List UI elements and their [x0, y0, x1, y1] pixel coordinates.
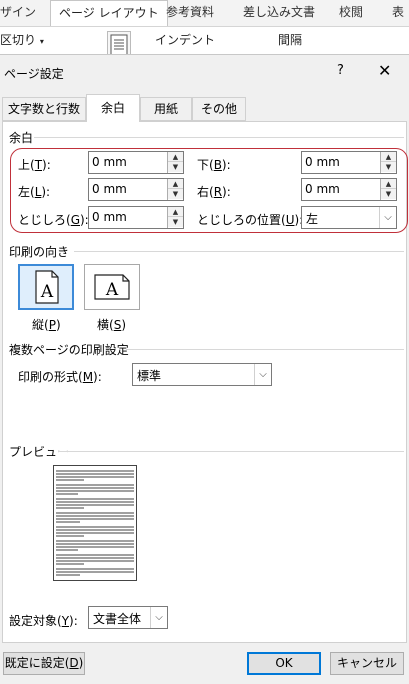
- tab-view[interactable]: 表: [392, 0, 404, 27]
- set-as-default-button[interactable]: 既定に設定(D): [3, 652, 85, 675]
- left-margin-value: 0 mm: [92, 182, 127, 196]
- breaks-button[interactable]: 区切り ▾: [0, 31, 44, 48]
- gutter-position-value: 左: [306, 212, 319, 226]
- spin-down-icon[interactable]: ▼: [168, 217, 183, 227]
- apply-to-value: 文書全体: [93, 612, 142, 626]
- spin-up-icon[interactable]: ▲: [381, 179, 396, 189]
- tab-references[interactable]: 参考資料: [166, 0, 214, 27]
- top-margin-label: 上(T):: [18, 158, 51, 172]
- bottom-margin-spinner[interactable]: 0 mm ▲ ▼: [301, 151, 397, 174]
- help-button[interactable]: ?: [337, 63, 344, 78]
- preview-lines-icon: [56, 470, 134, 576]
- tab-chars-lines[interactable]: 文字数と行数: [2, 97, 86, 121]
- spin-down-icon[interactable]: ▼: [381, 189, 396, 199]
- portrait-label: 縦(P): [32, 318, 61, 332]
- orientation-section-title: 印刷の向き: [9, 245, 70, 259]
- chevron-down-icon[interactable]: ⌵: [254, 364, 271, 385]
- ribbon: ザイン ページ レイアウト 参考資料 差し込み文書 校閲 表 区切り ▾ インデ…: [0, 0, 409, 60]
- spin-up-icon[interactable]: ▲: [168, 152, 183, 162]
- right-margin-value: 0 mm: [305, 182, 340, 196]
- dialog-title: ページ設定: [4, 67, 64, 81]
- svg-text:A: A: [105, 280, 119, 300]
- chevron-down-icon: ▾: [39, 37, 44, 46]
- bottom-margin-label: 下(B):: [197, 158, 231, 172]
- spin-down-icon[interactable]: ▼: [168, 162, 183, 172]
- spin-up-icon[interactable]: ▲: [168, 207, 183, 217]
- tab-page-layout[interactable]: ページ レイアウト: [50, 0, 168, 27]
- ok-button[interactable]: OK: [247, 652, 321, 675]
- spin-up-icon[interactable]: ▲: [168, 179, 183, 189]
- gutter-value: 0 mm: [92, 210, 127, 224]
- landscape-option[interactable]: A: [84, 264, 140, 310]
- preview-page: [53, 465, 137, 581]
- tab-other[interactable]: その他: [192, 97, 246, 121]
- gutter-spinner[interactable]: 0 mm ▲ ▼: [88, 206, 184, 229]
- gutter-position-select[interactable]: 左 ⌵: [301, 206, 397, 229]
- chevron-down-icon[interactable]: ⌵: [379, 207, 396, 228]
- bottom-margin-value: 0 mm: [305, 155, 340, 169]
- tab-paper[interactable]: 用紙: [140, 97, 192, 121]
- apply-to-select[interactable]: 文書全体 ⌵: [88, 606, 168, 629]
- gutter-label: とじしろ(G):: [18, 213, 89, 227]
- left-margin-label: 左(L):: [18, 185, 51, 199]
- spin-down-icon[interactable]: ▼: [168, 189, 183, 199]
- breaks-label: 区切り: [0, 33, 37, 47]
- right-margin-label: 右(R):: [197, 185, 231, 199]
- apply-to-label: 設定対象(Y):: [9, 614, 78, 628]
- indent-label: インデント: [155, 33, 216, 47]
- cancel-button[interactable]: キャンセル: [330, 652, 404, 675]
- portrait-page-icon: A: [35, 270, 59, 304]
- right-margin-spinner[interactable]: 0 mm ▲ ▼: [301, 178, 397, 201]
- section-divider: [58, 451, 404, 452]
- spin-down-icon[interactable]: ▼: [381, 162, 396, 172]
- landscape-label: 横(S): [97, 318, 126, 332]
- tab-margins[interactable]: 余白: [86, 94, 140, 122]
- section-divider: [74, 251, 404, 252]
- print-format-select[interactable]: 標準 ⌵: [132, 363, 272, 386]
- left-margin-spinner[interactable]: 0 mm ▲ ▼: [88, 178, 184, 201]
- spin-up-icon[interactable]: ▲: [381, 152, 396, 162]
- chevron-down-icon[interactable]: ⌵: [150, 607, 167, 628]
- tab-mailings[interactable]: 差し込み文書: [243, 0, 315, 27]
- tab-design[interactable]: ザイン: [0, 0, 36, 27]
- section-divider: [34, 137, 404, 138]
- print-format-label: 印刷の形式(M):: [18, 370, 102, 384]
- landscape-page-icon: A: [94, 274, 130, 300]
- section-divider: [126, 349, 404, 350]
- spacing-label: 間隔: [278, 33, 303, 47]
- top-margin-spinner[interactable]: 0 mm ▲ ▼: [88, 151, 184, 174]
- pages-section-title: 複数ページの印刷設定: [9, 343, 129, 357]
- tab-review[interactable]: 校閲: [339, 0, 363, 27]
- gutter-position-label: とじしろの位置(U):: [197, 213, 304, 227]
- top-margin-value: 0 mm: [92, 155, 127, 169]
- close-button[interactable]: ✕: [378, 61, 391, 80]
- svg-text:A: A: [40, 282, 54, 302]
- portrait-option[interactable]: A: [18, 264, 74, 310]
- margins-section-title: 余白: [9, 131, 34, 145]
- print-format-value: 標準: [137, 369, 162, 383]
